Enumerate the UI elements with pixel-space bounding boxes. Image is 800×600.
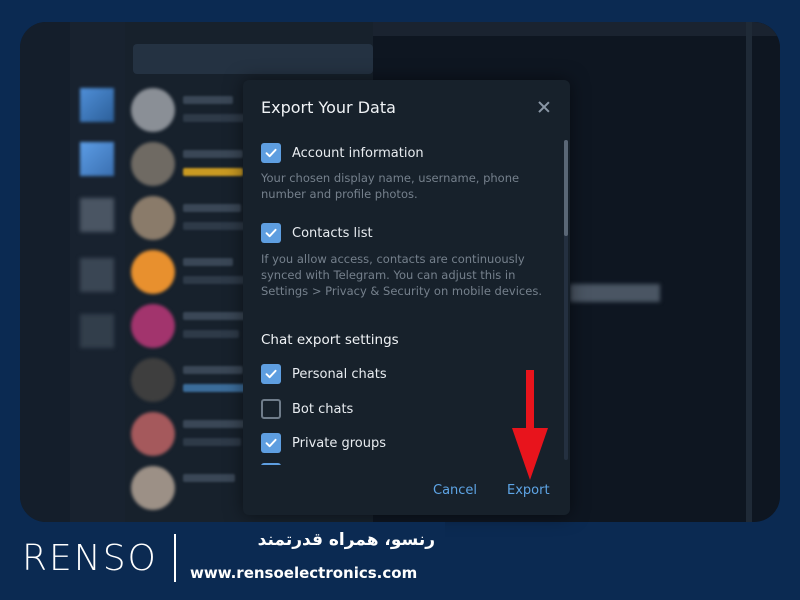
- option-label: Contacts list: [292, 225, 373, 241]
- personal-chats-option[interactable]: Personal chats: [261, 363, 387, 385]
- avatar: [131, 196, 175, 240]
- brand-tagline: رنسو، همراه قدرتمند: [257, 530, 435, 550]
- brand-url: www.rensoelectronics.com: [190, 564, 418, 582]
- search-input[interactable]: [133, 44, 373, 74]
- option-description: Your chosen display name, username, phon…: [261, 171, 520, 201]
- brand-panel: RENSO رنسو، همراه قدرتمند www.rensoelect…: [0, 522, 445, 600]
- folder-column: [70, 22, 125, 522]
- avatar: [131, 358, 175, 402]
- scrollbar[interactable]: [564, 140, 568, 460]
- avatar: [131, 466, 175, 510]
- option-label: Private groups: [292, 435, 386, 451]
- option-label: Bot chats: [292, 401, 354, 417]
- brand-footer: RENSO رنسو، همراه قدرتمند www.rensoelect…: [0, 522, 800, 600]
- account-information-option[interactable]: Account information: [261, 142, 424, 164]
- close-icon[interactable]: [534, 98, 554, 118]
- check-icon[interactable]: [261, 463, 281, 465]
- next-option-partial[interactable]: [261, 462, 281, 465]
- private-groups-option[interactable]: Private groups: [261, 432, 386, 454]
- red-arrow-down-icon: [512, 370, 548, 480]
- avatar: [131, 304, 175, 348]
- avatar: [131, 88, 175, 132]
- window-border: [746, 22, 752, 522]
- folder-icon[interactable]: [80, 198, 114, 232]
- cancel-button[interactable]: Cancel: [433, 483, 477, 498]
- option-description: If you allow access, contacts are contin…: [261, 252, 542, 298]
- scrollbar-thumb[interactable]: [564, 140, 568, 236]
- check-icon[interactable]: [261, 143, 281, 163]
- contacts-list-option[interactable]: Contacts list: [261, 222, 373, 244]
- export-button[interactable]: Export: [507, 483, 550, 498]
- avatar: [131, 142, 175, 186]
- avatar: [131, 250, 175, 294]
- unchecked-box-icon[interactable]: [261, 399, 281, 419]
- check-icon[interactable]: [261, 223, 281, 243]
- avatar: [131, 412, 175, 456]
- left-rail: [20, 22, 70, 522]
- folder-icon[interactable]: [80, 314, 114, 348]
- option-label: Account information: [292, 145, 424, 161]
- bot-chats-option[interactable]: Bot chats: [261, 398, 353, 420]
- folder-icon[interactable]: [80, 142, 114, 176]
- brand-logo: RENSO: [22, 538, 158, 579]
- section-title: Chat export settings: [261, 332, 399, 348]
- message-bubble: [570, 284, 660, 302]
- option-label: Personal chats: [292, 366, 387, 382]
- folder-icon[interactable]: [80, 258, 114, 292]
- check-icon[interactable]: [261, 364, 281, 384]
- divider: [174, 534, 176, 582]
- chat-header: [373, 22, 780, 36]
- folder-icon[interactable]: [80, 88, 114, 122]
- check-icon[interactable]: [261, 433, 281, 453]
- dialog-title: Export Your Data: [261, 98, 396, 117]
